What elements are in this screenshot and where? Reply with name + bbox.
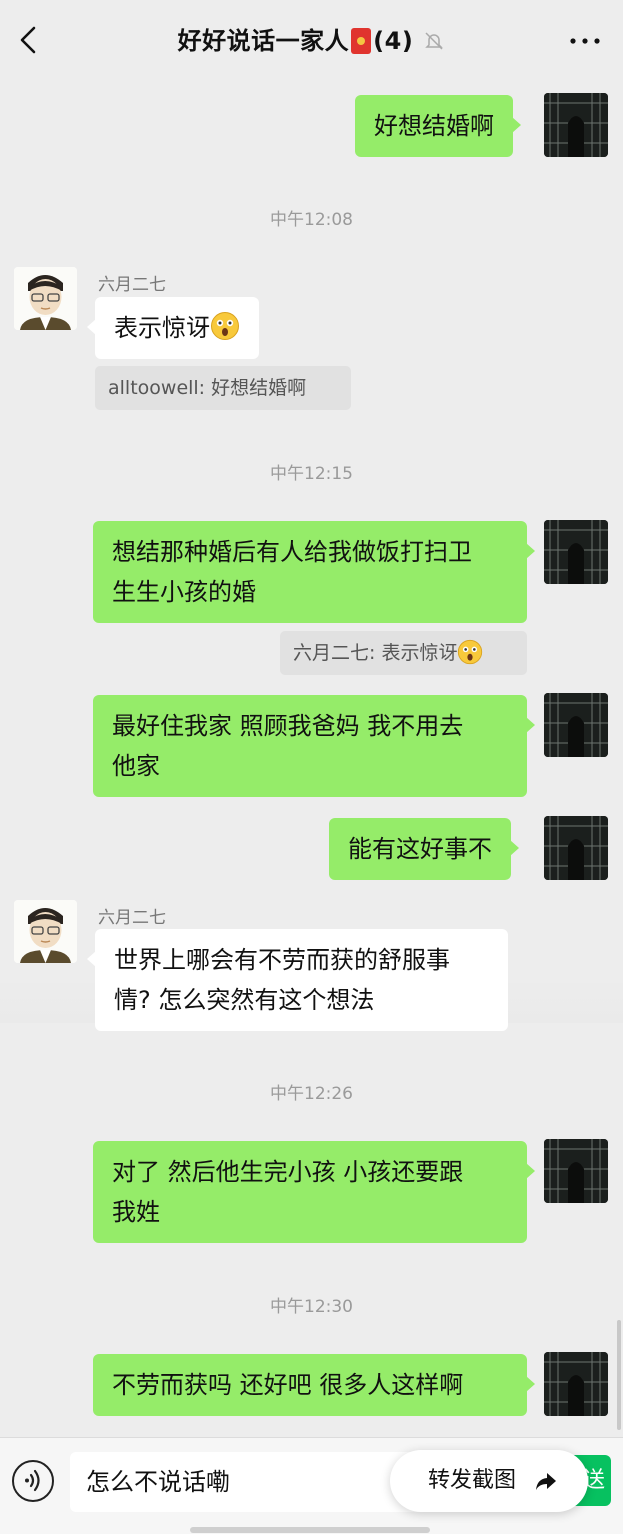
surprised-face-icon <box>211 312 239 340</box>
message-text-line: 最好住我家 照顾我爸妈 我不用去 <box>112 712 464 740</box>
quote-text: 六月二七: 表示惊讶 <box>293 642 458 664</box>
message-bubble-self[interactable]: 不劳而获吗 还好吧 很多人这样啊 <box>93 1354 535 1416</box>
self-avatar[interactable] <box>544 93 608 157</box>
group-name: 好好说话一家人 <box>177 27 350 55</box>
message-bubble-other[interactable]: 世界上哪会有不劳而获的舒服事 情? 怎么突然有这个想法 <box>87 929 508 1031</box>
message-text-line: 我姓 <box>112 1198 160 1226</box>
message-text: 不劳而获吗 还好吧 很多人这样啊 <box>112 1371 464 1399</box>
quoted-message[interactable]: alltoowell: 好想结婚啊 <box>95 366 351 410</box>
self-avatar[interactable] <box>544 816 608 880</box>
red-packet-icon <box>351 28 372 54</box>
message-text-line: 世界上哪会有不劳而获的舒服事 <box>114 946 450 974</box>
self-avatar[interactable] <box>544 1139 608 1203</box>
message-text: 能有这好事不 <box>348 835 492 863</box>
voice-icon <box>25 1469 40 1492</box>
share-arrow-icon <box>536 1473 556 1490</box>
message-text: 表示惊讶 <box>114 314 210 342</box>
contact-avatar[interactable] <box>14 267 77 330</box>
sender-name: 六月二七 <box>98 275 166 295</box>
message-bubble-self[interactable]: 能有这好事不 <box>329 818 519 880</box>
message-text-line: 情? 怎么突然有这个想法 <box>114 986 375 1014</box>
message-bubble-self[interactable]: 最好住我家 照顾我爸妈 我不用去 他家 <box>93 695 535 797</box>
mute-bell-icon <box>425 32 444 50</box>
contact-avatar[interactable] <box>14 900 77 963</box>
voice-input-button[interactable] <box>12 1460 54 1502</box>
message-text-line: 对了 然后他生完小孩 小孩还要跟 <box>112 1158 464 1186</box>
message-text: 好想结婚啊 <box>374 112 494 140</box>
sender-name: 六月二七 <box>98 908 166 928</box>
message-text-line: 他家 <box>112 752 160 780</box>
forward-label: 转发截图 <box>428 1468 517 1493</box>
scrollbar[interactable] <box>617 1320 621 1430</box>
more-icon[interactable] <box>567 26 603 56</box>
self-avatar[interactable] <box>544 693 608 757</box>
message-bubble-self[interactable]: 对了 然后他生完小孩 小孩还要跟 我姓 <box>93 1141 535 1243</box>
message-bubble-self[interactable]: 好想结婚啊 <box>355 95 521 157</box>
self-avatar[interactable] <box>544 520 608 584</box>
forward-screenshot-button[interactable]: 转发截图 <box>390 1450 588 1512</box>
message-bubble-self[interactable]: 想结那种婚后有人给我做饭打扫卫 生生小孩的婚 <box>93 521 535 623</box>
chat-title[interactable]: 好好说话一家人 (4) <box>0 20 623 61</box>
message-text-line: 生生小孩的婚 <box>112 578 256 606</box>
timestamp: 中午12:30 <box>270 1297 353 1317</box>
timestamp: 中午12:26 <box>270 1084 353 1104</box>
message-text-line: 想结那种婚后有人给我做饭打扫卫 <box>112 538 472 566</box>
timestamp: 中午12:15 <box>270 464 353 484</box>
home-indicator <box>190 1527 430 1533</box>
self-avatar[interactable] <box>544 1352 608 1416</box>
message-bubble-other[interactable]: 表示惊讶 <box>87 297 259 359</box>
member-count: (4) <box>373 27 414 55</box>
surprised-face-icon <box>458 639 483 665</box>
timestamp: 中午12:08 <box>270 210 353 230</box>
quoted-message[interactable]: 六月二七: 表示惊讶 <box>280 631 527 675</box>
